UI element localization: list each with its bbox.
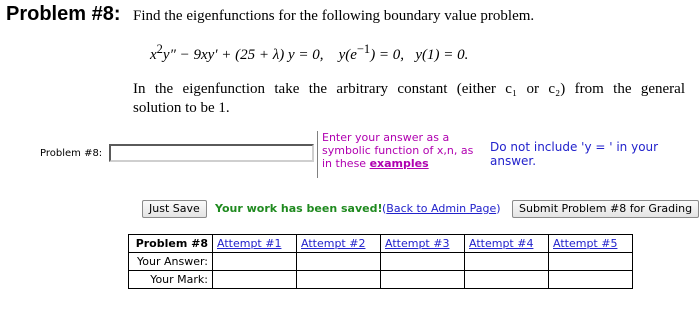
answer-label: Problem #8: — [40, 148, 103, 159]
attempt-5-link[interactable]: Attempt #5 — [548, 234, 633, 253]
hint-line-1: Enter your answer as a — [322, 131, 450, 144]
instruction-line-1: In the eigenfunction take the arbitrary … — [133, 81, 685, 97]
attempt-4-link[interactable]: Attempt #4 — [464, 234, 549, 253]
boundary-value-equation: x2y″ − 9xy′ + (25 + λ) y = 0, y(e−1) = 0… — [150, 42, 468, 64]
admin-link-text[interactable]: Back to Admin Page — [386, 202, 496, 215]
mark-cell-4 — [464, 270, 549, 289]
just-save-button[interactable]: Just Save — [142, 200, 207, 218]
y-note: Do not include 'y = ' in your answer. — [490, 140, 659, 168]
eq-ode-x: x — [150, 47, 157, 63]
problem-description: Find the eigenfunctions for the followin… — [133, 8, 535, 24]
answer-hint: Enter your answer as a symbolic function… — [317, 131, 477, 178]
saved-message: Your work has been saved! — [215, 202, 383, 215]
mark-cell-5 — [548, 270, 633, 289]
eq-bc1-post: ) = 0, — [370, 47, 405, 63]
answer-cell-5 — [548, 252, 633, 271]
attempts-header-row: Problem #8 Attempt #1 Attempt #2 Attempt… — [128, 234, 633, 253]
answer-input[interactable] — [109, 144, 314, 162]
mark-cell-3 — [380, 270, 465, 289]
answer-cell-4 — [464, 252, 549, 271]
attempts-table: Problem #8 Attempt #1 Attempt #2 Attempt… — [128, 234, 633, 289]
problem-title: Problem #8: — [6, 3, 121, 25]
back-to-admin-link[interactable]: (Back to Admin Page) — [382, 202, 501, 215]
hint-line-2: symbolic function of x,n, as — [322, 144, 474, 157]
eq-bc1-exponent: −1 — [356, 42, 371, 56]
eq-bc1-pre: y(e — [338, 47, 357, 63]
eq-bc2: y(1) = 0. — [415, 47, 469, 63]
answer-cell-1 — [212, 252, 297, 271]
mark-cell-2 — [296, 270, 381, 289]
attempts-problem-header: Problem #8 — [128, 234, 213, 253]
attempt-2-link[interactable]: Attempt #2 — [296, 234, 381, 253]
your-answer-label: Your Answer: — [128, 252, 213, 271]
your-answer-row: Your Answer: — [128, 252, 633, 271]
mark-cell-1 — [212, 270, 297, 289]
answer-cell-3 — [380, 252, 465, 271]
eq-ode-body: y″ − 9xy′ + (25 + λ) y = 0, — [162, 47, 324, 63]
instruction-line-2: solution to be 1. — [133, 100, 230, 116]
answer-cell-2 — [296, 252, 381, 271]
submit-for-grading-button[interactable]: Submit Problem #8 for Grading — [512, 200, 700, 218]
attempt-1-link[interactable]: Attempt #1 — [212, 234, 297, 253]
your-mark-row: Your Mark: — [128, 270, 633, 289]
problem-instruction: In the eigenfunction take the arbitrary … — [133, 80, 685, 118]
hint-line-3: in these — [322, 157, 370, 170]
your-mark-label: Your Mark: — [128, 270, 213, 289]
admin-link-close: ) — [496, 202, 501, 215]
attempt-3-link[interactable]: Attempt #3 — [380, 234, 465, 253]
examples-link[interactable]: examples — [370, 157, 429, 170]
